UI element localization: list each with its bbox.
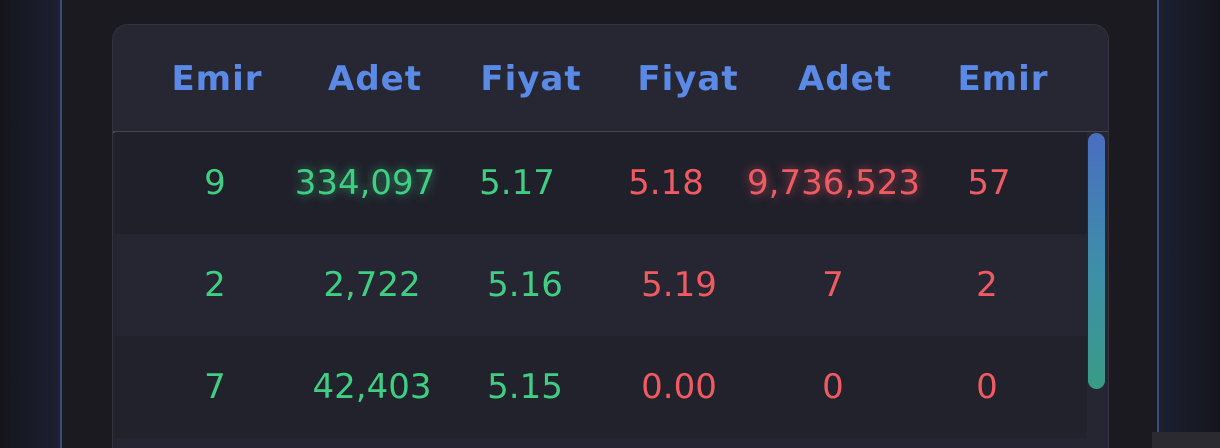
buy-quantity-cell: 42,403 <box>312 367 432 407</box>
table-row-partial[interactable] <box>115 438 1087 448</box>
corner-element <box>1152 432 1220 448</box>
buy-quantity-cell: 2,722 <box>323 265 421 305</box>
app-window: Emir Adet Fiyat Fiyat Adet Emir 9 334,09… <box>0 0 1220 448</box>
header-sell-quantity[interactable]: Adet <box>765 25 925 131</box>
sell-orders-cell: 2 <box>976 265 998 305</box>
sell-orders-cell: 57 <box>967 163 1011 203</box>
order-book-header: Emir Adet Fiyat Fiyat Adet Emir <box>113 25 1108 133</box>
buy-orders-cell: 9 <box>204 163 226 203</box>
header-sell-orders[interactable]: Emir <box>923 25 1083 131</box>
table-row[interactable]: 9 334,097 5.17 5.18 9,736,523 57 <box>115 132 1087 234</box>
sell-price-cell: 0.00 <box>641 367 717 407</box>
order-book-panel: Emir Adet Fiyat Fiyat Adet Emir 9 334,09… <box>112 24 1109 448</box>
table-row[interactable]: 2 2,722 5.16 5.19 7 2 <box>115 234 1087 336</box>
sell-quantity-cell: 9,736,523 <box>747 163 921 203</box>
sell-orders-cell: 0 <box>976 367 998 407</box>
header-buy-quantity[interactable]: Adet <box>295 25 455 131</box>
header-sell-price[interactable]: Fiyat <box>608 25 768 131</box>
buy-quantity-cell: 334,097 <box>294 163 436 203</box>
sell-quantity-cell: 7 <box>822 265 844 305</box>
header-buy-price[interactable]: Fiyat <box>451 25 611 131</box>
buy-price-cell: 5.15 <box>487 367 563 407</box>
scrollbar-thumb[interactable] <box>1088 133 1105 389</box>
buy-orders-cell: 2 <box>204 265 226 305</box>
table-row[interactable]: 7 42,403 5.15 0.00 0 0 <box>115 336 1087 438</box>
buy-price-cell: 5.16 <box>487 265 563 305</box>
left-side-panel <box>0 0 62 448</box>
sell-price-cell: 5.18 <box>628 163 704 203</box>
buy-orders-cell: 7 <box>204 367 226 407</box>
sell-price-cell: 5.19 <box>641 265 717 305</box>
right-side-panel <box>1157 0 1220 448</box>
sell-quantity-cell: 0 <box>822 367 844 407</box>
buy-price-cell: 5.17 <box>479 163 555 203</box>
header-buy-orders[interactable]: Emir <box>137 25 297 131</box>
